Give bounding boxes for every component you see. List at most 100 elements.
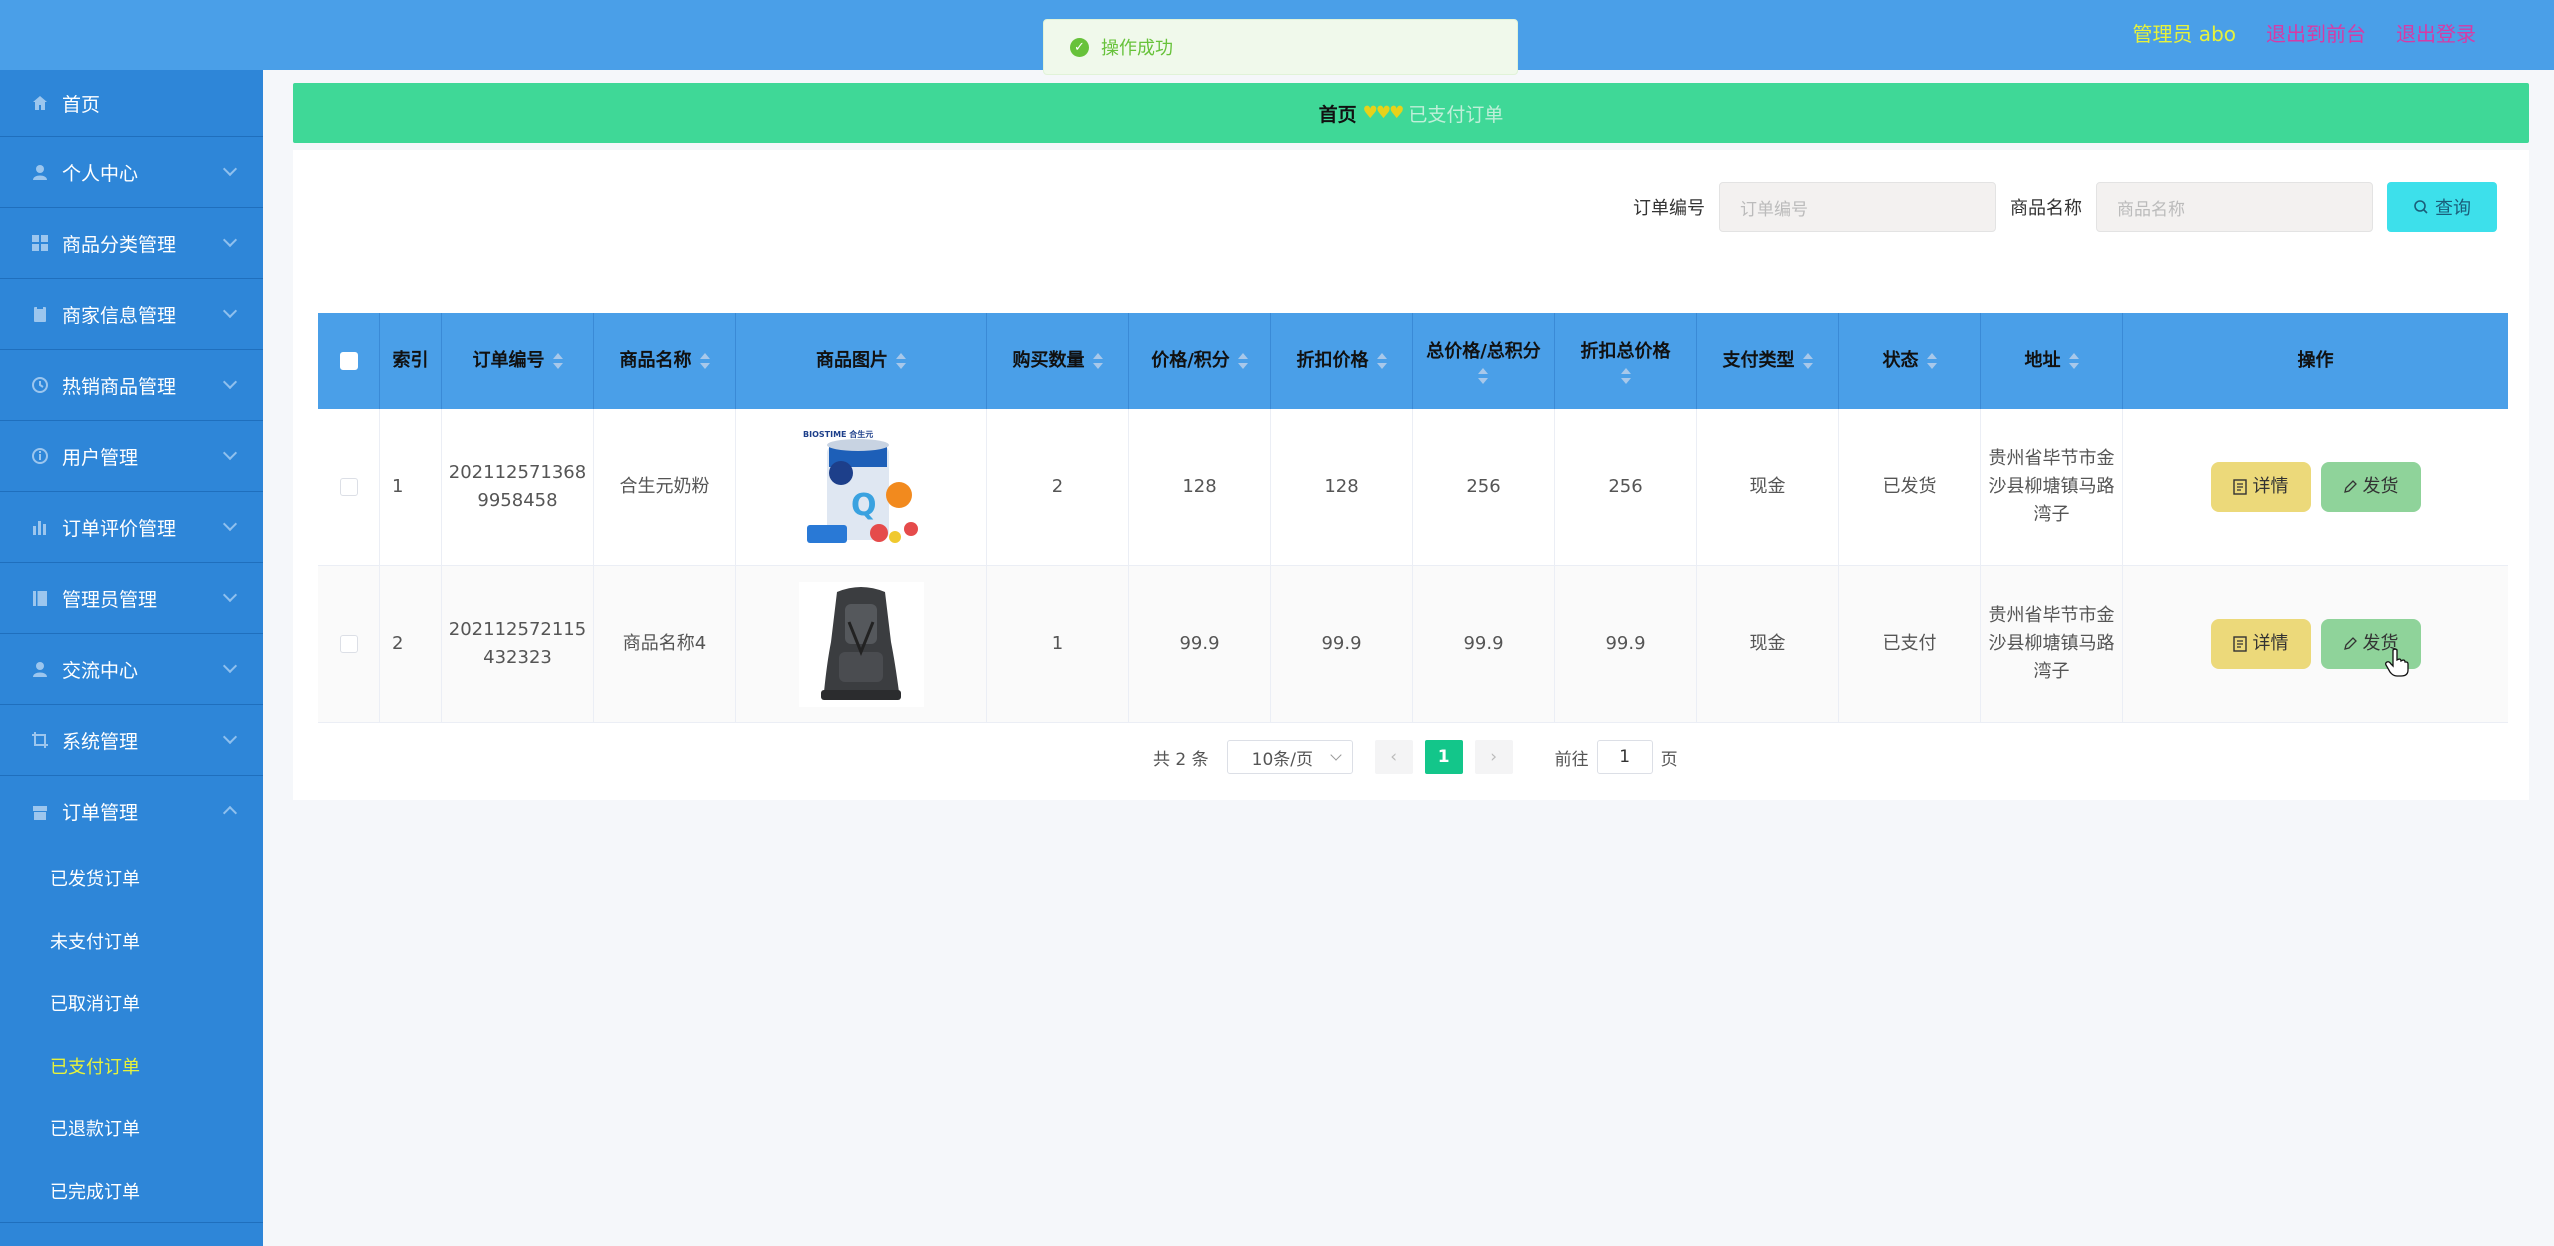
logout-link[interactable]: 退出登录 bbox=[2396, 18, 2476, 47]
cell-actions: 详情 发货 bbox=[2123, 566, 2508, 722]
goto-page-input[interactable]: 1 bbox=[1596, 740, 1653, 774]
col-goods-name[interactable]: 商品名称 bbox=[594, 313, 736, 409]
col-address[interactable]: 地址 bbox=[1981, 313, 2123, 409]
goods-image[interactable] bbox=[798, 581, 924, 707]
col-goods-image[interactable]: 商品图片 bbox=[736, 313, 987, 409]
toast-message: 操作成功 bbox=[1101, 38, 1173, 59]
submenu-unpaid-orders[interactable]: 未支付订单 bbox=[0, 910, 263, 973]
cell-address: 贵州省毕节市金沙县柳塘镇马路湾子 bbox=[1981, 566, 2123, 722]
col-label: 商品名称 bbox=[619, 350, 692, 371]
chevron-down-icon bbox=[222, 374, 238, 390]
success-toast: ✓ 操作成功 bbox=[1043, 19, 1518, 75]
row-select-cell bbox=[318, 566, 380, 722]
chevron-down-icon bbox=[222, 445, 238, 461]
document-icon bbox=[2232, 479, 2247, 495]
row-checkbox[interactable] bbox=[339, 635, 358, 653]
chart-icon bbox=[30, 517, 50, 537]
sidebar-item-order-review[interactable]: 订单评价管理 bbox=[0, 492, 263, 563]
sidebar-item-home[interactable]: 首页 bbox=[0, 70, 263, 137]
sort-icon bbox=[2068, 353, 2079, 369]
col-discount-price[interactable]: 折扣价格 bbox=[1271, 313, 1413, 409]
cell-discount-total: 256 bbox=[1555, 409, 1697, 565]
cell-quantity: 2 bbox=[987, 409, 1129, 565]
table-row: 2 202112572115432323 商品名称4 1 99.9 99.9 9… bbox=[318, 566, 2508, 723]
sidebar-item-personal-center[interactable]: 个人中心 bbox=[0, 137, 263, 208]
cell-actions: 详情 发货 bbox=[2123, 409, 2508, 565]
admin-name: 管理员 abo bbox=[2132, 22, 2236, 46]
chevron-down-icon bbox=[222, 516, 238, 532]
goods-image[interactable]: BIOSTIME 合生元 Q bbox=[798, 424, 924, 550]
order-no-input[interactable]: 订单编号 bbox=[1719, 182, 1996, 232]
ship-button[interactable]: 发货 bbox=[2320, 462, 2421, 512]
sidebar-item-label: 商品分类管理 bbox=[62, 233, 177, 256]
page-size-select[interactable]: 10条/页 bbox=[1226, 740, 1353, 774]
page-number-current[interactable]: 1 bbox=[1424, 740, 1463, 774]
search-button[interactable]: 查询 bbox=[2387, 182, 2497, 232]
order-no-label: 订单编号 bbox=[1633, 198, 1705, 219]
sidebar-item-community[interactable]: 交流中心 bbox=[0, 634, 263, 705]
sidebar-item-label: 交流中心 bbox=[62, 659, 139, 682]
chevron-down-icon bbox=[222, 658, 238, 674]
select-all-checkbox[interactable] bbox=[339, 352, 358, 370]
orders-submenu: 已发货订单 未支付订单 已取消订单 已支付订单 已退款订单 已完成订单 bbox=[0, 847, 263, 1223]
cell-order-no: 2021125713689958458 bbox=[442, 409, 594, 565]
heart-separator-icon: ♥♥♥ bbox=[1362, 103, 1405, 123]
goods-name-input[interactable]: 商品名称 bbox=[2096, 182, 2373, 232]
sidebar-item-label: 个人中心 bbox=[62, 162, 139, 185]
cell-total: 256 bbox=[1413, 409, 1555, 565]
breadcrumb-home[interactable]: 首页 bbox=[1319, 100, 1357, 127]
cell-price: 99.9 bbox=[1129, 566, 1271, 722]
sidebar-item-system[interactable]: 系统管理 bbox=[0, 705, 263, 776]
back-to-front-link[interactable]: 退出到前台 bbox=[2266, 18, 2366, 47]
sidebar-item-merchant[interactable]: 商家信息管理 bbox=[0, 279, 263, 350]
sidebar-item-orders[interactable]: 订单管理 bbox=[0, 776, 263, 847]
col-total[interactable]: 总价格/总积分 bbox=[1413, 313, 1555, 409]
col-label: 状态 bbox=[1882, 350, 1919, 371]
col-label: 购买数量 bbox=[1012, 350, 1085, 371]
cell-discount-price: 99.9 bbox=[1271, 566, 1413, 722]
sidebar-item-label: 订单管理 bbox=[62, 802, 139, 824]
sidebar-item-hot-goods[interactable]: 热销商品管理 bbox=[0, 350, 263, 421]
sort-icon bbox=[1092, 353, 1103, 369]
submenu-paid-orders[interactable]: 已支付订单 bbox=[0, 1035, 263, 1098]
col-order-no[interactable]: 订单编号 bbox=[442, 313, 594, 409]
col-label: 地址 bbox=[2024, 350, 2061, 371]
prev-page-button[interactable]: ‹ bbox=[1374, 740, 1413, 774]
search-button-label: 查询 bbox=[2435, 198, 2471, 219]
search-bar: 订单编号 订单编号 商品名称 商品名称 查询 bbox=[1633, 182, 2497, 232]
goto-label: 前往 bbox=[1554, 749, 1589, 770]
detail-button[interactable]: 详情 bbox=[2210, 619, 2311, 669]
pager-total: 共 2 条 bbox=[1153, 749, 1209, 770]
submenu-shipped-orders[interactable]: 已发货订单 bbox=[0, 847, 263, 910]
pagination: 共 2 条 10条/页 ‹ 1 › 前往 1 页 bbox=[1153, 740, 1678, 774]
sort-icon bbox=[552, 353, 563, 369]
table-row: 1 2021125713689958458 合生元奶粉 BIOSTIME 合生元… bbox=[318, 409, 2508, 566]
next-page-button[interactable]: › bbox=[1474, 740, 1513, 774]
image-brand-text: BIOSTIME 合生元 bbox=[803, 429, 873, 439]
col-status[interactable]: 状态 bbox=[1839, 313, 1981, 409]
submenu-refunded-orders[interactable]: 已退款订单 bbox=[0, 1097, 263, 1160]
row-select-cell bbox=[318, 409, 380, 565]
cell-goods-name: 商品名称4 bbox=[594, 566, 736, 722]
chevron-down-icon bbox=[222, 232, 238, 248]
sidebar-item-label: 用户管理 bbox=[62, 446, 139, 469]
col-discount-total[interactable]: 折扣总价格 bbox=[1555, 313, 1697, 409]
sidebar-item-category[interactable]: 商品分类管理 bbox=[0, 208, 263, 279]
col-price[interactable]: 价格/积分 bbox=[1129, 313, 1271, 409]
col-quantity[interactable]: 购买数量 bbox=[987, 313, 1129, 409]
chevron-down-icon bbox=[222, 587, 238, 603]
sidebar-item-users[interactable]: 用户管理 bbox=[0, 421, 263, 492]
cell-order-no: 202112572115432323 bbox=[442, 566, 594, 722]
col-pay-type[interactable]: 支付类型 bbox=[1697, 313, 1839, 409]
col-index[interactable]: 索引 bbox=[380, 313, 442, 409]
submenu-completed-orders[interactable]: 已完成订单 bbox=[0, 1160, 263, 1223]
detail-button[interactable]: 详情 bbox=[2210, 462, 2311, 512]
sidebar-item-admins[interactable]: 管理员管理 bbox=[0, 563, 263, 634]
crop-icon bbox=[30, 730, 50, 750]
orders-table: 索引 订单编号 商品名称 商品图片 购买数量 价格/积分 折扣价格 总价格/总积… bbox=[318, 313, 2508, 723]
user-icon bbox=[30, 162, 50, 182]
cell-price: 128 bbox=[1129, 409, 1271, 565]
submenu-cancelled-orders[interactable]: 已取消订单 bbox=[0, 972, 263, 1035]
row-checkbox[interactable] bbox=[339, 478, 358, 496]
col-actions: 操作 bbox=[2123, 313, 2508, 409]
